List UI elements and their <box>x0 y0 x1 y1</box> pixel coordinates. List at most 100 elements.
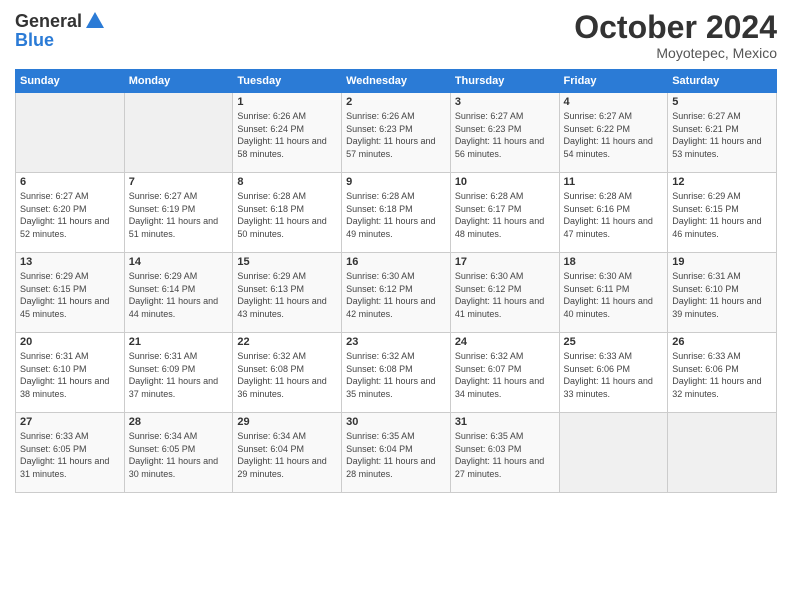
day-info: Sunrise: 6:29 AMSunset: 6:15 PMDaylight:… <box>672 190 772 240</box>
day-number: 23 <box>346 336 446 348</box>
table-row: 1 Sunrise: 6:26 AMSunset: 6:24 PMDaylight… <box>233 93 342 173</box>
col-wednesday: Wednesday <box>342 70 451 93</box>
table-row: 14 Sunrise: 6:29 AMSunset: 6:14 PMDayligh… <box>124 253 233 333</box>
day-number: 8 <box>237 176 337 188</box>
day-number: 14 <box>129 256 229 268</box>
day-info: Sunrise: 6:35 AMSunset: 6:03 PMDaylight:… <box>455 430 555 480</box>
day-number: 29 <box>237 416 337 428</box>
logo-icon <box>84 10 106 32</box>
table-row: 20 Sunrise: 6:31 AMSunset: 6:10 PMDayligh… <box>16 333 125 413</box>
day-number: 18 <box>564 256 664 268</box>
table-row: 16 Sunrise: 6:30 AMSunset: 6:12 PMDayligh… <box>342 253 451 333</box>
day-number: 20 <box>20 336 120 348</box>
table-row: 26Sunrise: 6:33 AMSunset: 6:06 PMDayligh… <box>668 333 777 413</box>
table-row: 8 Sunrise: 6:28 AMSunset: 6:18 PMDaylight… <box>233 173 342 253</box>
table-row: 27Sunrise: 6:33 AMSunset: 6:05 PMDayligh… <box>16 413 125 493</box>
table-row: 21 Sunrise: 6:31 AMSunset: 6:09 PMDayligh… <box>124 333 233 413</box>
table-row: 22 Sunrise: 6:32 AMSunset: 6:08 PMDayligh… <box>233 333 342 413</box>
table-row: 2 Sunrise: 6:26 AMSunset: 6:23 PMDaylight… <box>342 93 451 173</box>
logo-general-text: General <box>15 11 82 32</box>
day-info: Sunrise: 6:27 AMSunset: 6:22 PMDaylight:… <box>564 110 664 160</box>
col-friday: Friday <box>559 70 668 93</box>
table-row: 19Sunrise: 6:31 AMSunset: 6:10 PMDayligh… <box>668 253 777 333</box>
day-number: 13 <box>20 256 120 268</box>
day-info: Sunrise: 6:27 AMSunset: 6:23 PMDaylight:… <box>455 110 555 160</box>
calendar-table: Sunday Monday Tuesday Wednesday Thursday… <box>15 69 777 493</box>
logo: General Blue <box>15 10 106 51</box>
day-number: 30 <box>346 416 446 428</box>
day-number: 9 <box>346 176 446 188</box>
month-title: October 2024 <box>574 10 777 45</box>
logo-blue-text: Blue <box>15 30 106 51</box>
day-number: 17 <box>455 256 555 268</box>
table-row <box>559 413 668 493</box>
col-sunday: Sunday <box>16 70 125 93</box>
day-number: 22 <box>237 336 337 348</box>
table-row: 10 Sunrise: 6:28 AMSunset: 6:17 PMDayligh… <box>450 173 559 253</box>
page-container: General Blue October 2024 Moyotepec, Mex… <box>0 0 792 498</box>
col-thursday: Thursday <box>450 70 559 93</box>
title-block: October 2024 Moyotepec, Mexico <box>574 10 777 61</box>
table-row: 25 Sunrise: 6:33 AMSunset: 6:06 PMDayligh… <box>559 333 668 413</box>
table-row: 3 Sunrise: 6:27 AMSunset: 6:23 PMDaylight… <box>450 93 559 173</box>
day-number: 11 <box>564 176 664 188</box>
day-number: 5 <box>672 96 772 108</box>
day-info: Sunrise: 6:27 AMSunset: 6:21 PMDaylight:… <box>672 110 772 160</box>
day-info: Sunrise: 6:33 AMSunset: 6:06 PMDaylight:… <box>564 350 664 400</box>
day-info: Sunrise: 6:28 AMSunset: 6:18 PMDaylight:… <box>237 190 337 240</box>
day-info: Sunrise: 6:34 AMSunset: 6:04 PMDaylight:… <box>237 430 337 480</box>
table-row: 13 Sunrise: 6:29 AMSunset: 6:15 PMDayligh… <box>16 253 125 333</box>
table-row: 4 Sunrise: 6:27 AMSunset: 6:22 PMDaylight… <box>559 93 668 173</box>
day-info: Sunrise: 6:26 AMSunset: 6:24 PMDaylight:… <box>237 110 337 160</box>
table-row: 5 Sunrise: 6:27 AMSunset: 6:21 PMDaylight… <box>668 93 777 173</box>
day-info: Sunrise: 6:32 AMSunset: 6:08 PMDaylight:… <box>237 350 337 400</box>
day-number: 10 <box>455 176 555 188</box>
day-info: Sunrise: 6:33 AMSunset: 6:06 PMDaylight:… <box>672 350 772 400</box>
day-info: Sunrise: 6:32 AMSunset: 6:07 PMDaylight:… <box>455 350 555 400</box>
calendar-week-4: 20 Sunrise: 6:31 AMSunset: 6:10 PMDayligh… <box>16 333 777 413</box>
day-number: 1 <box>237 96 337 108</box>
calendar-week-5: 27Sunrise: 6:33 AMSunset: 6:05 PMDayligh… <box>16 413 777 493</box>
calendar-week-1: 1 Sunrise: 6:26 AMSunset: 6:24 PMDaylight… <box>16 93 777 173</box>
calendar-week-3: 13 Sunrise: 6:29 AMSunset: 6:15 PMDayligh… <box>16 253 777 333</box>
day-info: Sunrise: 6:29 AMSunset: 6:14 PMDaylight:… <box>129 270 229 320</box>
table-row: 28Sunrise: 6:34 AMSunset: 6:05 PMDayligh… <box>124 413 233 493</box>
day-info: Sunrise: 6:32 AMSunset: 6:08 PMDaylight:… <box>346 350 446 400</box>
table-row: 23 Sunrise: 6:32 AMSunset: 6:08 PMDayligh… <box>342 333 451 413</box>
day-info: Sunrise: 6:30 AMSunset: 6:12 PMDaylight:… <box>455 270 555 320</box>
day-number: 24 <box>455 336 555 348</box>
day-number: 3 <box>455 96 555 108</box>
day-info: Sunrise: 6:30 AMSunset: 6:12 PMDaylight:… <box>346 270 446 320</box>
table-row: 30Sunrise: 6:35 AMSunset: 6:04 PMDayligh… <box>342 413 451 493</box>
table-row: 18Sunrise: 6:30 AMSunset: 6:11 PMDayligh… <box>559 253 668 333</box>
day-info: Sunrise: 6:31 AMSunset: 6:09 PMDaylight:… <box>129 350 229 400</box>
day-number: 16 <box>346 256 446 268</box>
day-number: 28 <box>129 416 229 428</box>
day-number: 21 <box>129 336 229 348</box>
table-row: 12 Sunrise: 6:29 AMSunset: 6:15 PMDayligh… <box>668 173 777 253</box>
day-number: 15 <box>237 256 337 268</box>
table-row: 31Sunrise: 6:35 AMSunset: 6:03 PMDayligh… <box>450 413 559 493</box>
day-info: Sunrise: 6:31 AMSunset: 6:10 PMDaylight:… <box>20 350 120 400</box>
location: Moyotepec, Mexico <box>574 45 777 61</box>
day-number: 2 <box>346 96 446 108</box>
day-number: 12 <box>672 176 772 188</box>
table-row: 6Sunrise: 6:27 AMSunset: 6:20 PMDaylight… <box>16 173 125 253</box>
day-info: Sunrise: 6:28 AMSunset: 6:16 PMDaylight:… <box>564 190 664 240</box>
table-row <box>16 93 125 173</box>
col-monday: Monday <box>124 70 233 93</box>
day-number: 4 <box>564 96 664 108</box>
day-info: Sunrise: 6:29 AMSunset: 6:15 PMDaylight:… <box>20 270 120 320</box>
day-number: 7 <box>129 176 229 188</box>
day-info: Sunrise: 6:28 AMSunset: 6:18 PMDaylight:… <box>346 190 446 240</box>
calendar-week-2: 6Sunrise: 6:27 AMSunset: 6:20 PMDaylight… <box>16 173 777 253</box>
day-info: Sunrise: 6:26 AMSunset: 6:23 PMDaylight:… <box>346 110 446 160</box>
day-info: Sunrise: 6:29 AMSunset: 6:13 PMDaylight:… <box>237 270 337 320</box>
page-header: General Blue October 2024 Moyotepec, Mex… <box>15 10 777 61</box>
table-row <box>668 413 777 493</box>
table-row: 24 Sunrise: 6:32 AMSunset: 6:07 PMDayligh… <box>450 333 559 413</box>
day-number: 25 <box>564 336 664 348</box>
day-info: Sunrise: 6:31 AMSunset: 6:10 PMDaylight:… <box>672 270 772 320</box>
day-info: Sunrise: 6:28 AMSunset: 6:17 PMDaylight:… <box>455 190 555 240</box>
table-row: 7Sunrise: 6:27 AMSunset: 6:19 PMDaylight… <box>124 173 233 253</box>
